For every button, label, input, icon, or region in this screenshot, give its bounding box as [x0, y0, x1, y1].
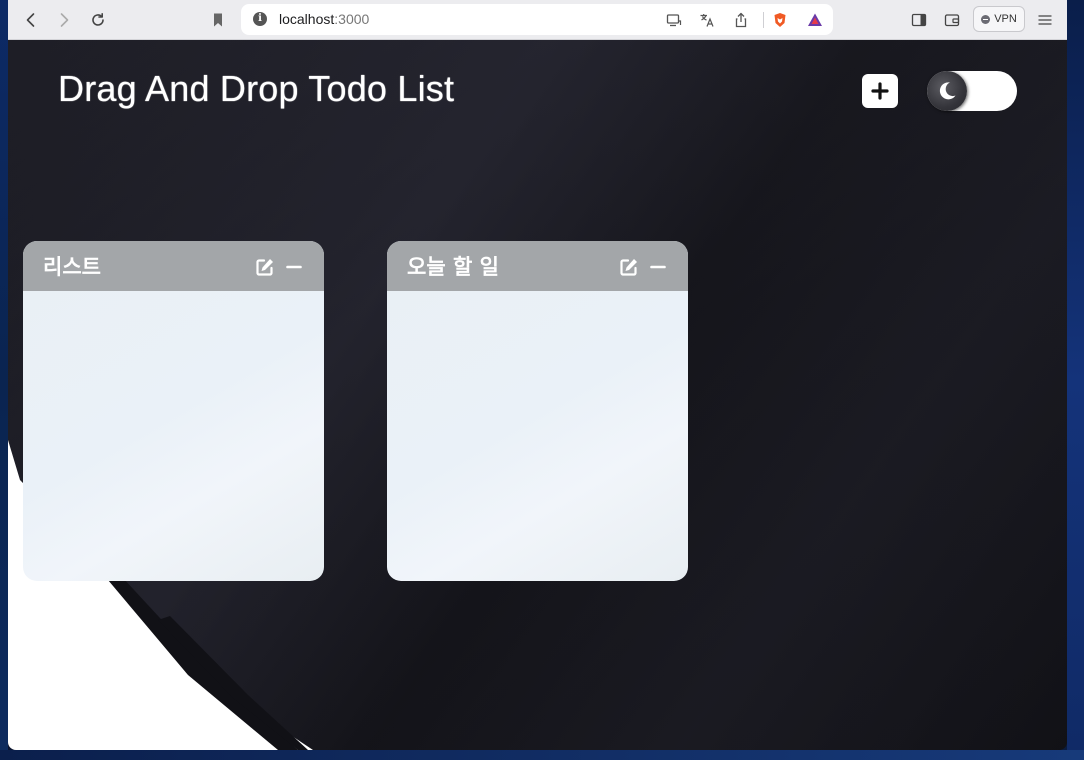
reload-icon [92, 13, 104, 26]
edit-icon [256, 259, 273, 276]
url-text[interactable]: localhost:3000 [279, 11, 369, 27]
brave-rewards-icon [808, 13, 822, 26]
forward-icon [60, 13, 69, 27]
share-icon [735, 12, 747, 28]
column-dropzone[interactable] [387, 291, 688, 581]
theme-toggle[interactable] [927, 71, 1017, 111]
todo-column[interactable]: 오늘 할 일 [387, 241, 688, 581]
site-info-icon[interactable]: i [253, 12, 267, 26]
bookmark-button[interactable] [206, 8, 230, 32]
menu-icon [1038, 15, 1052, 25]
share-button[interactable] [732, 11, 750, 29]
menu-button[interactable] [1033, 8, 1057, 32]
brave-shields-icon [774, 13, 786, 27]
vpn-status-icon [981, 14, 991, 24]
brave-rewards-button[interactable] [806, 11, 824, 29]
sidebar-toggle-button[interactable] [907, 8, 931, 32]
wallet-button[interactable] [940, 8, 964, 32]
forward-button[interactable] [52, 8, 76, 32]
edit-column-button[interactable] [254, 256, 276, 278]
collapse-column-button[interactable] [648, 256, 668, 278]
back-icon [26, 13, 35, 27]
sidebar-icon [911, 13, 927, 27]
column-header[interactable]: 리스트 [23, 241, 324, 291]
plus-icon [871, 82, 889, 100]
vpn-button[interactable]: VPN [973, 6, 1025, 32]
column-title: 오늘 할 일 [407, 255, 499, 279]
todo-column[interactable]: 리스트 [23, 241, 324, 581]
app-page: Drag And Drop Todo List 리스트 오늘 할 일 [8, 40, 1067, 750]
desktop-background-left [0, 0, 8, 760]
theme-toggle-knob[interactable] [927, 71, 967, 111]
page-title: Drag And Drop Todo List [58, 68, 455, 109]
desktop-background-bottom [0, 750, 1084, 760]
bookmark-icon [214, 13, 222, 27]
address-bar[interactable]: i localhost:3000 [241, 4, 833, 35]
back-button[interactable] [19, 8, 43, 32]
cast-button[interactable] [665, 11, 683, 29]
translate-icon [700, 14, 714, 27]
browser-window: i localhost:3000 VPN Drag And Drop Todo … [8, 0, 1067, 750]
vpn-label: VPN [994, 13, 1017, 25]
edit-icon [620, 259, 637, 276]
cast-icon [666, 14, 682, 27]
browser-toolbar: i localhost:3000 VPN [8, 0, 1067, 40]
brave-shields-button[interactable] [771, 11, 789, 29]
column-header[interactable]: 오늘 할 일 [387, 241, 688, 291]
column-title: 리스트 [43, 255, 101, 279]
add-column-button[interactable] [862, 74, 898, 108]
url-separator [763, 12, 764, 28]
url-host: localhost [279, 11, 335, 27]
wallet-icon [944, 14, 960, 27]
moon-icon [939, 82, 956, 100]
desktop-background-right [1067, 0, 1084, 760]
minus-icon [286, 265, 302, 269]
url-port: :3000 [334, 11, 370, 27]
edit-column-button[interactable] [618, 256, 640, 278]
minus-icon [650, 265, 666, 269]
column-dropzone[interactable] [23, 291, 324, 581]
reload-button[interactable] [86, 8, 110, 32]
translate-button[interactable] [698, 11, 716, 29]
collapse-column-button[interactable] [284, 256, 304, 278]
